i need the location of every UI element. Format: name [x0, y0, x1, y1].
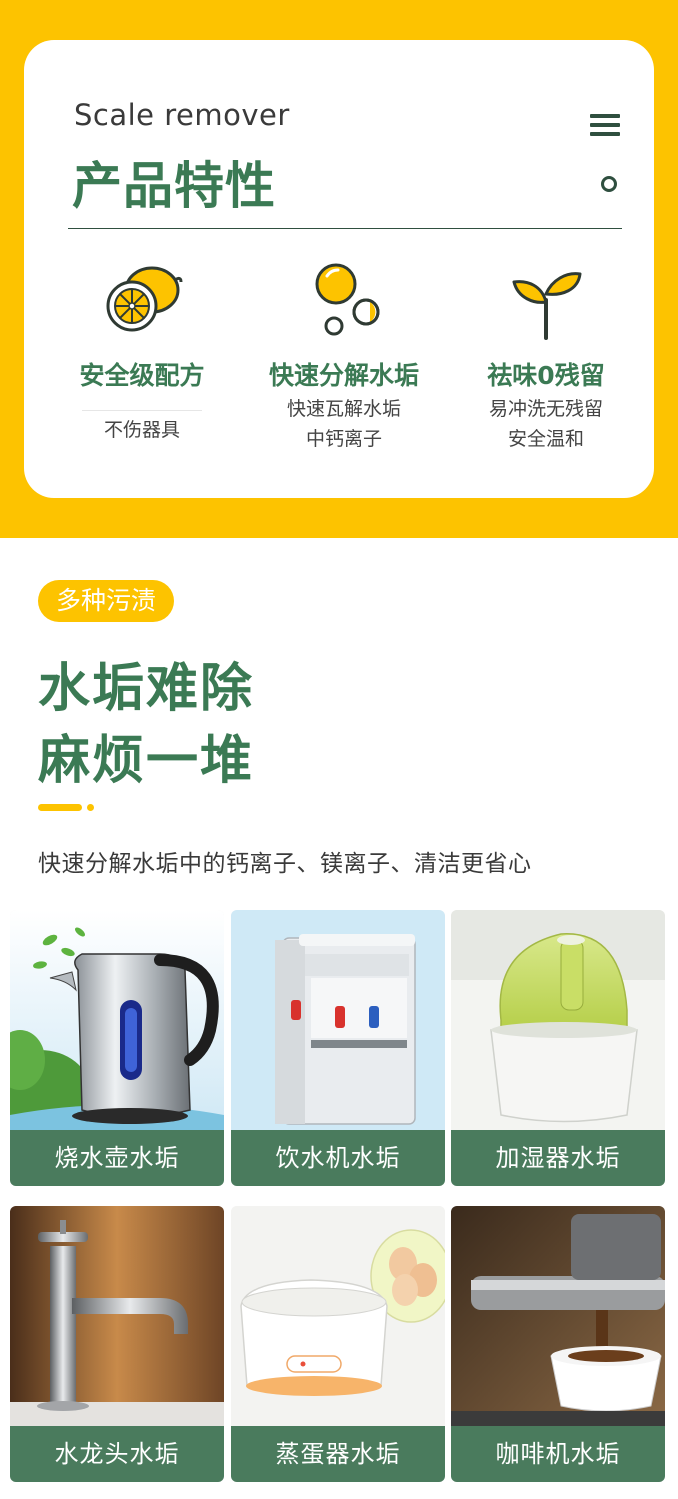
feature-separator: [82, 410, 202, 411]
feature-title: 安全级配方: [79, 361, 205, 390]
feature-odor-free: 祛味0残留 易冲洗无残留 安全温和: [446, 260, 646, 454]
feature-title: 快速分解水垢: [268, 361, 419, 390]
tile-label: 加湿器水垢: [451, 1130, 665, 1186]
menu-icon[interactable]: [590, 114, 620, 136]
section-description: 快速分解水垢中的钙离子、镁离子、清洁更省心: [38, 851, 532, 877]
accent-dot: [87, 804, 94, 811]
feature-line: 中钙离子: [305, 428, 382, 450]
tile-coffee-machine[interactable]: 咖啡机水垢: [451, 1206, 665, 1482]
feature-line: 安全温和: [507, 428, 584, 450]
kettle-image: [10, 910, 224, 1132]
bubbles-icon: [315, 263, 380, 336]
feature-title: 祛味0残留: [487, 361, 605, 390]
feature-line: 不伤器具: [103, 419, 180, 441]
feature-card: Scale remover 产品特性 安全级配方 不伤器具 快速分解水垢 快速瓦…: [24, 40, 654, 498]
lemon-icon: [106, 266, 183, 332]
feature-fast-descale: 快速分解水垢 快速瓦解水垢 中钙离子: [244, 260, 444, 454]
tile-humidifier[interactable]: 加湿器水垢: [451, 910, 665, 1186]
dispenser-image: [231, 910, 445, 1132]
humidifier-image: [451, 910, 665, 1132]
tile-label: 咖啡机水垢: [451, 1426, 665, 1482]
feature-safe-formula: 安全级配方 不伤器具: [42, 260, 242, 445]
tile-kettle[interactable]: 烧水壶水垢: [10, 910, 224, 1186]
tile-water-dispenser[interactable]: 饮水机水垢: [231, 910, 445, 1186]
feature-line: 快速瓦解水垢: [286, 398, 401, 420]
headline-line-2: 麻烦一堆: [38, 731, 255, 791]
egg-steamer-image: [231, 1206, 445, 1428]
subtitle-english: Scale remover: [74, 98, 290, 132]
sprout-icon: [512, 272, 582, 340]
page-title: 产品特性: [72, 157, 276, 215]
section-tag: 多种污渍: [38, 580, 175, 622]
feature-line: 易冲洗无残留: [488, 398, 603, 420]
headline-line-1: 水垢难除: [38, 659, 255, 719]
tile-label: 蒸蛋器水垢: [231, 1426, 445, 1482]
coffee-machine-image: [451, 1206, 665, 1428]
tile-egg-steamer[interactable]: 蒸蛋器水垢: [231, 1206, 445, 1482]
accent-bar: [38, 804, 82, 811]
tile-label: 烧水壶水垢: [10, 1130, 224, 1186]
faucet-image: [10, 1206, 224, 1428]
divider: [68, 228, 622, 229]
tile-label: 水龙头水垢: [10, 1426, 224, 1482]
circle-ornament: [601, 176, 617, 192]
top-banner: Scale remover 产品特性 安全级配方 不伤器具 快速分解水垢 快速瓦…: [0, 0, 678, 538]
tile-label: 饮水机水垢: [231, 1130, 445, 1186]
tile-faucet[interactable]: 水龙头水垢: [10, 1206, 224, 1482]
